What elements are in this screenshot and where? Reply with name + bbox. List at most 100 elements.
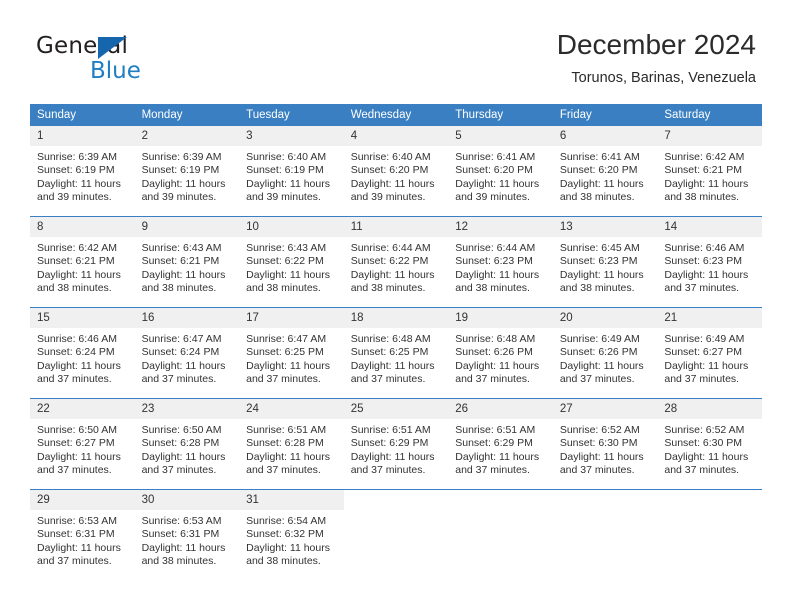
calendar-day-cell[interactable]: 2 Sunrise: 6:39 AM Sunset: 6:19 PM Daylight… (134, 126, 240, 217)
daylight-text-line1: Daylight: 11 hours (559, 268, 644, 281)
sunset-text: Sunset: 6:27 PM (664, 346, 743, 359)
daylight-text-line2: and 38 minutes. (141, 555, 217, 568)
daylight-text-line2: and 37 minutes. (246, 464, 321, 477)
sunrise-text: Sunrise: 6:40 AM (350, 151, 431, 163)
day-details: Sunrise: 6:52 AM Sunset: 6:30 PM Daylight:… (657, 419, 762, 478)
calendar-day-cell[interactable]: 16 Sunrise: 6:47 AM Sunset: 6:24 PM Dayligh… (134, 307, 240, 399)
daylight-text-line2: and 37 minutes. (141, 464, 217, 477)
sunset-text: Sunset: 6:22 PM (350, 255, 429, 268)
calendar-day-cell[interactable]: 5 Sunrise: 6:41 AM Sunset: 6:20 PM Daylight… (448, 126, 553, 217)
daylight-text-line1: Daylight: 11 hours (246, 268, 330, 281)
calendar-day-cell[interactable]: 27 Sunrise: 6:52 AM Sunset: 6:30 PM Dayligh… (552, 398, 658, 490)
calendar-table: Sunday Monday Tuesday Wednesday Thursday… (30, 104, 762, 580)
day-number: 8 (30, 217, 135, 237)
day-number: 2 (134, 126, 240, 146)
daylight-text-line1: Daylight: 11 hours (559, 450, 644, 463)
calendar-day-cell[interactable]: 29 Sunrise: 6:53 AM Sunset: 6:31 PM Dayligh… (30, 489, 135, 580)
calendar-day-cell[interactable]: 9 Sunrise: 6:43 AM Sunset: 6:21 PM Daylight… (134, 216, 240, 308)
daylight-text-line1: Daylight: 11 hours (37, 268, 121, 281)
calendar-day-cell[interactable]: 7 Sunrise: 6:42 AM Sunset: 6:21 PM Daylight… (657, 126, 762, 217)
calendar-day-cell[interactable]: 30 Sunrise: 6:53 AM Sunset: 6:31 PM Dayligh… (134, 489, 240, 580)
day-number: 15 (30, 308, 135, 328)
sunset-text: Sunset: 6:30 PM (664, 437, 743, 450)
sunset-text: Sunset: 6:20 PM (455, 164, 533, 177)
sunrise-text: Sunrise: 6:47 AM (246, 333, 327, 345)
sunrise-text: Sunrise: 6:48 AM (350, 333, 431, 345)
day-details: Sunrise: 6:47 AM Sunset: 6:24 PM Daylight:… (135, 328, 240, 387)
calendar-day-cell[interactable]: 4 Sunrise: 6:40 AM Sunset: 6:20 PM Daylight… (343, 126, 449, 217)
calendar-day-cell[interactable]: 12 Sunrise: 6:44 AM Sunset: 6:23 PM Dayligh… (448, 216, 553, 308)
daylight-text-line1: Daylight: 11 hours (141, 268, 226, 281)
calendar-week-row: 1 Sunrise: 6:39 AM Sunset: 6:19 PM Daylight… (30, 126, 762, 217)
calendar-grid: Sunday Monday Tuesday Wednesday Thursday… (30, 104, 762, 580)
calendar-day-cell[interactable]: 3 Sunrise: 6:40 AM Sunset: 6:19 PM Daylight… (239, 126, 344, 217)
daylight-text-line2: and 38 minutes. (246, 282, 321, 295)
day-number: 3 (239, 126, 344, 146)
weekday-header-saturday: Saturday (657, 104, 762, 126)
daylight-text-line1: Daylight: 11 hours (246, 359, 330, 372)
calendar-day-cell[interactable]: 13 Sunrise: 6:45 AM Sunset: 6:23 PM Dayligh… (552, 216, 658, 308)
calendar-day-cell[interactable]: 1 Sunrise: 6:39 AM Sunset: 6:19 PM Daylight… (30, 126, 135, 217)
calendar-day-cell[interactable]: 19 Sunrise: 6:48 AM Sunset: 6:26 PM Dayligh… (448, 307, 553, 399)
calendar-day-cell[interactable]: 6 Sunrise: 6:41 AM Sunset: 6:20 PM Daylight… (552, 126, 658, 217)
daylight-text-line2: and 38 minutes. (141, 282, 217, 295)
sunrise-text: Sunrise: 6:49 AM (664, 333, 745, 345)
calendar-day-cell[interactable]: 14 Sunrise: 6:46 AM Sunset: 6:23 PM Dayligh… (657, 216, 762, 308)
daylight-text-line2: and 37 minutes. (664, 464, 740, 477)
page-title: December 2024 (556, 29, 756, 60)
daylight-text-line2: and 37 minutes. (559, 464, 635, 477)
sunset-text: Sunset: 6:26 PM (559, 346, 638, 359)
day-details: Sunrise: 6:50 AM Sunset: 6:27 PM Daylight:… (30, 419, 135, 478)
calendar-week-row: 8 Sunrise: 6:42 AM Sunset: 6:21 PM Daylight… (30, 216, 762, 308)
sunrise-text: Sunrise: 6:54 AM (246, 515, 327, 527)
day-number: 19 (448, 308, 553, 328)
calendar-day-cell[interactable]: 28 Sunrise: 6:52 AM Sunset: 6:30 PM Dayligh… (657, 398, 762, 490)
day-details: Sunrise: 6:53 AM Sunset: 6:31 PM Daylight:… (135, 510, 240, 569)
calendar-day-cell[interactable]: 31 Sunrise: 6:54 AM Sunset: 6:32 PM Dayligh… (239, 489, 344, 580)
calendar-day-cell[interactable]: 24 Sunrise: 6:51 AM Sunset: 6:28 PM Dayligh… (239, 398, 344, 490)
daylight-text-line1: Daylight: 11 hours (350, 450, 435, 463)
sunset-text: Sunset: 6:24 PM (37, 346, 115, 359)
calendar-day-cell[interactable]: 17 Sunrise: 6:47 AM Sunset: 6:25 PM Dayligh… (239, 307, 344, 399)
calendar-day-cell[interactable]: 22 Sunrise: 6:50 AM Sunset: 6:27 PM Dayligh… (30, 398, 135, 490)
sunrise-text: Sunrise: 6:44 AM (455, 242, 536, 254)
day-number: 11 (343, 217, 449, 237)
calendar-day-cell[interactable]: 20 Sunrise: 6:49 AM Sunset: 6:26 PM Dayligh… (552, 307, 658, 399)
daylight-text-line1: Daylight: 11 hours (246, 177, 330, 190)
calendar-day-cell[interactable]: 8 Sunrise: 6:42 AM Sunset: 6:21 PM Daylight… (30, 216, 135, 308)
calendar-day-cell[interactable]: 10 Sunrise: 6:43 AM Sunset: 6:22 PM Dayligh… (239, 216, 344, 308)
day-details: Sunrise: 6:40 AM Sunset: 6:20 PM Daylight:… (344, 146, 449, 205)
day-number: 13 (552, 217, 658, 237)
day-number: 23 (134, 399, 240, 419)
sunrise-text: Sunrise: 6:53 AM (37, 515, 117, 527)
sunset-text: Sunset: 6:24 PM (141, 346, 220, 359)
sunrise-text: Sunrise: 6:49 AM (559, 333, 640, 345)
calendar-day-cell[interactable]: 11 Sunrise: 6:44 AM Sunset: 6:22 PM Dayligh… (343, 216, 449, 308)
sunrise-text: Sunrise: 6:43 AM (141, 242, 222, 254)
day-details: Sunrise: 6:46 AM Sunset: 6:24 PM Daylight:… (30, 328, 135, 387)
daylight-text-line2: and 37 minutes. (246, 373, 321, 386)
calendar-page: General Blue December 2024 Torunos, Bari… (0, 0, 792, 612)
calendar-day-cell[interactable]: 21 Sunrise: 6:49 AM Sunset: 6:27 PM Dayligh… (657, 307, 762, 399)
daylight-text-line2: and 38 minutes. (37, 282, 112, 295)
day-number: 21 (657, 308, 762, 328)
day-number: 31 (239, 490, 344, 510)
daylight-text-line2: and 37 minutes. (455, 373, 530, 386)
day-details: Sunrise: 6:51 AM Sunset: 6:29 PM Daylight:… (344, 419, 449, 478)
day-details: Sunrise: 6:43 AM Sunset: 6:22 PM Daylight:… (239, 237, 344, 296)
daylight-text-line1: Daylight: 11 hours (455, 450, 540, 463)
calendar-day-cell[interactable]: 18 Sunrise: 6:48 AM Sunset: 6:25 PM Dayligh… (343, 307, 449, 399)
day-details: Sunrise: 6:49 AM Sunset: 6:26 PM Daylight:… (553, 328, 658, 387)
day-number: 1 (30, 126, 135, 146)
calendar-day-cell[interactable]: 25 Sunrise: 6:51 AM Sunset: 6:29 PM Dayligh… (343, 398, 449, 490)
day-details: Sunrise: 6:41 AM Sunset: 6:20 PM Daylight:… (553, 146, 658, 205)
calendar-day-cell[interactable]: 15 Sunrise: 6:46 AM Sunset: 6:24 PM Dayligh… (30, 307, 135, 399)
page-header: General Blue December 2024 Torunos, Bari… (0, 0, 792, 100)
daylight-text-line1: Daylight: 11 hours (246, 450, 330, 463)
sunset-text: Sunset: 6:25 PM (350, 346, 429, 359)
calendar-day-cell[interactable]: 23 Sunrise: 6:50 AM Sunset: 6:28 PM Dayligh… (134, 398, 240, 490)
daylight-text-line2: and 37 minutes. (141, 373, 217, 386)
day-number: 17 (239, 308, 344, 328)
calendar-day-cell[interactable]: 26 Sunrise: 6:51 AM Sunset: 6:29 PM Dayligh… (448, 398, 553, 490)
sunset-text: Sunset: 6:23 PM (559, 255, 638, 268)
